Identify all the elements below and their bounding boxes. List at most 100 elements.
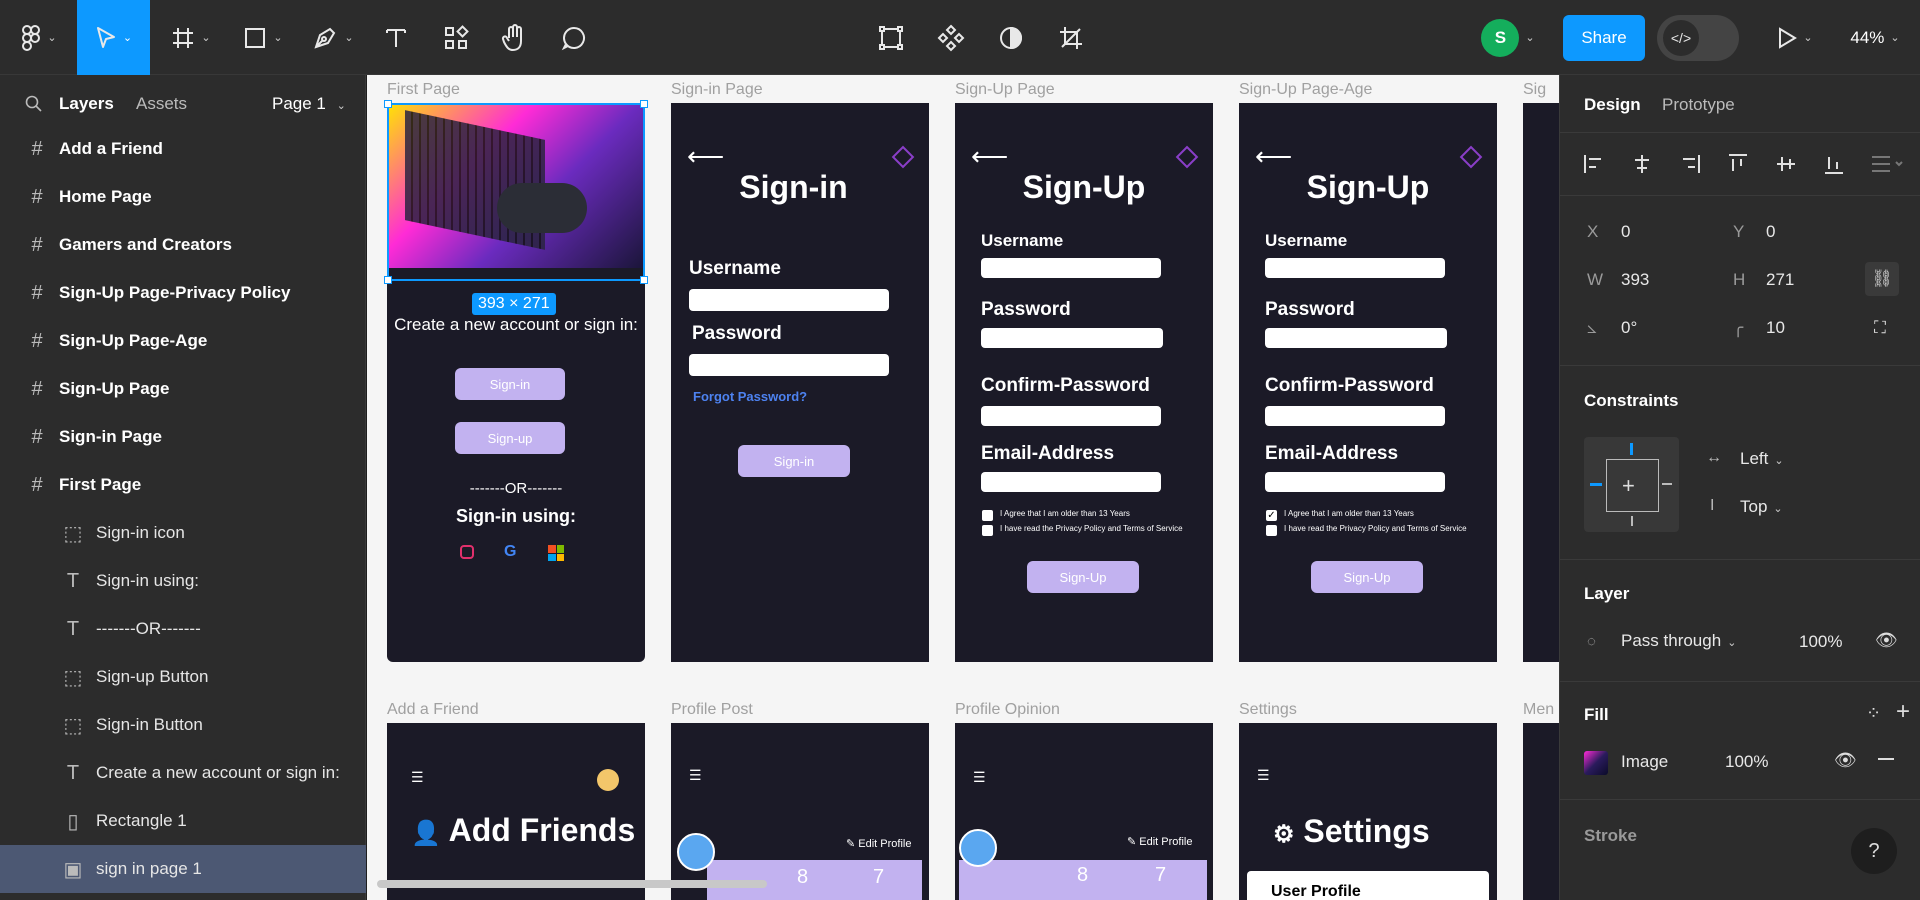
vertical-constraint-select[interactable]: Top ⌄ <box>1740 497 1783 517</box>
instagram-icon[interactable] <box>460 545 474 559</box>
confirm-password-input[interactable] <box>981 406 1161 426</box>
frame-partial-menu[interactable] <box>1523 723 1559 900</box>
frame-partial[interactable] <box>1523 103 1559 662</box>
back-arrow-icon[interactable]: ⟵ <box>687 141 724 172</box>
age-checkbox-checked[interactable]: ✓ <box>1266 510 1277 521</box>
edit-profile-link[interactable]: ✎ Edit Profile <box>846 837 911 850</box>
resources-button[interactable] <box>440 0 472 75</box>
tab-layers[interactable]: Layers <box>59 94 114 114</box>
constraint-top-active[interactable] <box>1630 443 1633 455</box>
frame-label-profile-post[interactable]: Profile Post <box>671 701 753 719</box>
fill-type-label[interactable]: Image <box>1621 752 1668 772</box>
email-input[interactable] <box>1265 472 1445 492</box>
tab-design[interactable]: Design <box>1584 95 1641 115</box>
username-input[interactable] <box>981 258 1161 278</box>
align-top-icon[interactable] <box>1727 153 1749 175</box>
age-checkbox[interactable] <box>982 510 993 521</box>
layer-row[interactable]: # Sign-Up Page-Age <box>0 317 366 365</box>
frame-signin-page[interactable]: ⟵ Sign-in Username Password Forgot Passw… <box>671 103 929 662</box>
privacy-checkbox[interactable] <box>1266 525 1277 536</box>
eye-icon[interactable]: 👁 <box>1834 750 1857 771</box>
layer-row[interactable]: # Home Page <box>0 173 366 221</box>
remove-fill-icon[interactable] <box>1878 758 1894 760</box>
fill-image-thumbnail[interactable] <box>1584 751 1608 775</box>
layer-row[interactable]: # Gamers and Creators <box>0 221 366 269</box>
password-input[interactable] <box>1265 328 1447 348</box>
back-arrow-icon[interactable]: ⟵ <box>971 141 1008 172</box>
layer-row[interactable]: ▣ sign in page 1 <box>0 845 366 893</box>
layer-row[interactable]: ⬚ Sign-in icon <box>0 509 366 557</box>
pen-tool-button[interactable]: ⌄ <box>308 0 358 75</box>
menu-icon[interactable]: ☰ <box>973 769 986 786</box>
dev-mode-toggle[interactable]: </> <box>1657 15 1739 61</box>
hand-tool-button[interactable] <box>498 0 530 75</box>
resize-handle[interactable] <box>640 276 648 284</box>
password-input[interactable] <box>981 328 1163 348</box>
contrast-button[interactable] <box>995 0 1027 75</box>
present-button[interactable]: ⌄ <box>1770 0 1820 75</box>
user-menu[interactable]: S ⌄ <box>1478 0 1538 75</box>
constrain-proportions-icon[interactable]: ⛓ <box>1865 262 1899 296</box>
blend-mode-select[interactable]: Pass through ⌄ <box>1621 631 1736 651</box>
layer-row[interactable]: T -------OR------- <box>0 605 366 653</box>
canvas[interactable]: First Page Sign-in Page Sign-Up Page Sig… <box>367 75 1559 900</box>
frame-label-signup-age[interactable]: Sign-Up Page-Age <box>1239 81 1372 99</box>
help-button[interactable]: ? <box>1851 828 1897 874</box>
frame-add-friend[interactable]: ☰ 👤 Add Friends <box>387 723 645 900</box>
independent-corners-icon[interactable]: ⛶ <box>1874 318 1886 338</box>
confirm-password-input[interactable] <box>1265 406 1445 426</box>
frame-settings[interactable]: ☰ ⚙ Settings User Profile <box>1239 723 1497 900</box>
avatar[interactable] <box>597 769 619 791</box>
signin-submit-button[interactable]: Sign-in <box>738 445 850 477</box>
privacy-checkbox[interactable] <box>982 525 993 536</box>
tab-prototype[interactable]: Prototype <box>1662 95 1735 115</box>
constraint-widget[interactable]: + <box>1584 437 1679 532</box>
frame-tool-button[interactable]: ⌄ <box>166 0 216 75</box>
layer-row[interactable]: # Sign-in Page <box>0 413 366 461</box>
resize-handle[interactable] <box>384 100 392 108</box>
forgot-password-link[interactable]: Forgot Password? <box>693 389 807 404</box>
tab-assets[interactable]: Assets <box>136 94 187 114</box>
comment-tool-button[interactable] <box>558 0 590 75</box>
password-input[interactable] <box>689 354 889 376</box>
frame-label-first-page[interactable]: First Page <box>387 81 460 99</box>
horizontal-scrollbar[interactable] <box>377 880 767 888</box>
menu-icon[interactable]: ☰ <box>411 769 424 786</box>
text-tool-button[interactable] <box>380 0 412 75</box>
page-selector[interactable]: Page 1 ⌄ <box>272 94 346 114</box>
signup-submit-button[interactable]: Sign-Up <box>1027 561 1139 593</box>
layer-row[interactable]: ⬚ Sign-up Button <box>0 653 366 701</box>
layer-row[interactable]: # First Page <box>0 461 366 509</box>
constraint-center[interactable]: + <box>1622 473 1635 499</box>
layer-row[interactable]: # Sign-Up Page-Privacy Policy <box>0 269 366 317</box>
signup-button[interactable]: Sign-up <box>455 422 565 454</box>
component-button[interactable] <box>935 0 967 75</box>
frame-signup-age-page[interactable]: ⟵ Sign-Up Username Password Confirm-Pass… <box>1239 103 1497 662</box>
fill-opacity-input[interactable]: 100% <box>1725 752 1768 772</box>
signin-button[interactable]: Sign-in <box>455 368 565 400</box>
align-bottom-icon[interactable] <box>1823 153 1845 175</box>
rotation-input[interactable]: 0° <box>1621 318 1637 338</box>
frame-label-cut[interactable]: Sig <box>1523 81 1546 99</box>
email-input[interactable] <box>981 472 1161 492</box>
frame-label-signup-page[interactable]: Sign-Up Page <box>955 81 1055 99</box>
main-menu-button[interactable]: ⌄ <box>14 0 64 75</box>
align-left-icon[interactable] <box>1583 153 1605 175</box>
plus-icon[interactable]: + <box>1896 698 1910 726</box>
frame-label-signin-page[interactable]: Sign-in Page <box>671 81 763 99</box>
menu-icon[interactable]: ☰ <box>689 767 702 784</box>
distribute-icon[interactable] <box>1870 153 1906 175</box>
layer-row[interactable]: T Create a new account or sign in: <box>0 749 366 797</box>
avatar[interactable] <box>677 833 715 871</box>
user-profile-item[interactable]: User Profile <box>1247 871 1489 900</box>
crop-button[interactable] <box>1055 0 1087 75</box>
styles-grid-icon[interactable]: ⁘ <box>1866 703 1881 724</box>
layer-row[interactable]: # Sign-Up Page <box>0 365 366 413</box>
eye-icon[interactable]: 👁 <box>1875 630 1898 651</box>
frame-profile-post[interactable]: ☰ ✎ Edit Profile 8 7 <box>671 723 929 900</box>
width-input[interactable]: 393 <box>1621 270 1649 290</box>
align-middle-icon[interactable] <box>1775 153 1797 175</box>
move-tool-button[interactable]: ⌄ <box>77 0 150 75</box>
avatar[interactable] <box>959 829 997 867</box>
menu-icon[interactable]: ☰ <box>1257 767 1270 784</box>
